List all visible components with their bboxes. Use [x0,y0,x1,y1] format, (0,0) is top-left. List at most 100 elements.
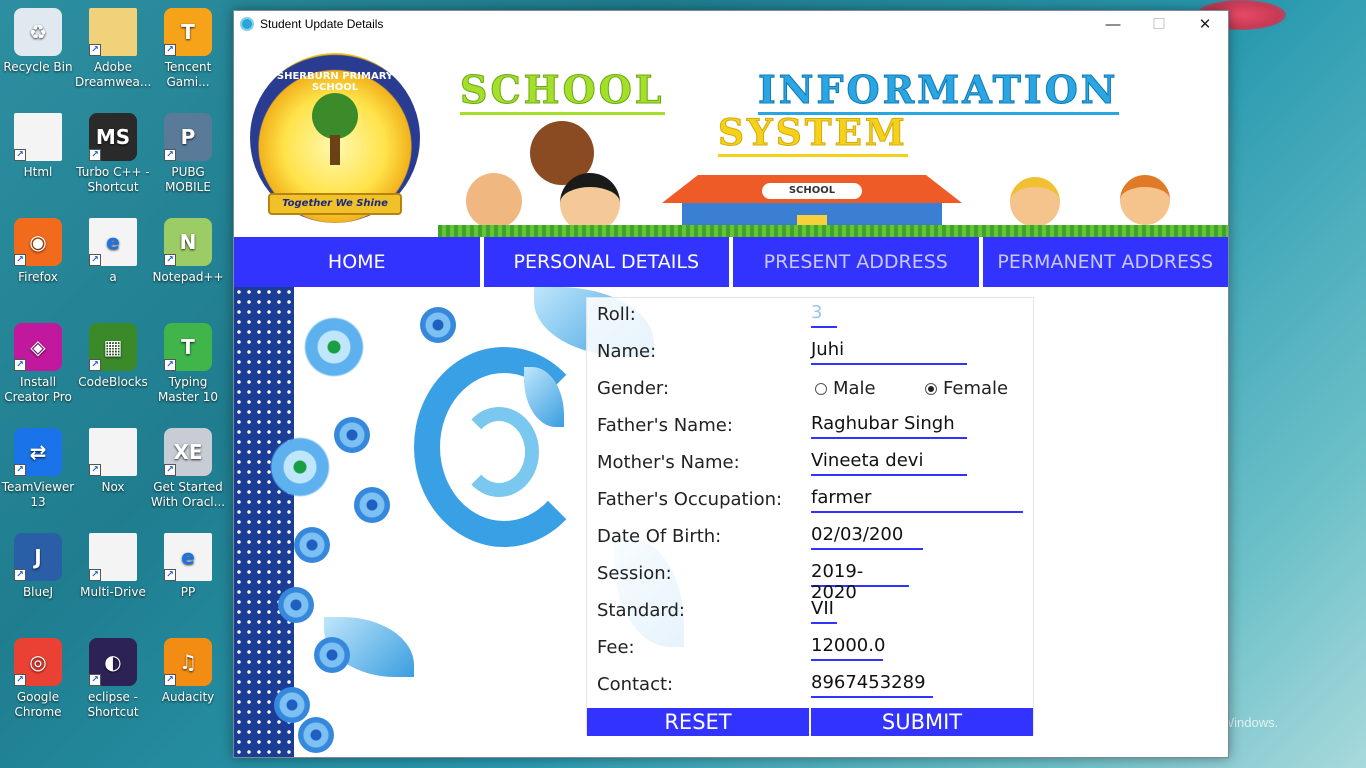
logo-tree-icon [312,93,358,139]
father-name-field[interactable]: Raghubar Singh [811,413,967,439]
shortcut-arrow-icon: ↗ [164,359,176,371]
gender-row: Gender: Male Female [587,372,1035,409]
desktop-shortcut[interactable]: ♻ Recycle Bin [0,8,76,75]
shortcut-arrow-icon: ↗ [164,149,176,161]
desktop-shortcut-label: CodeBlocks [78,375,148,389]
file-icon: ↗ [89,533,137,581]
desktop-shortcut-label: eclipse - Shortcut [87,690,139,719]
fee-field[interactable]: 12000.0 [811,635,885,661]
shortcut-arrow-icon: ↗ [164,44,176,56]
recycle-bin-icon: ♻ [14,8,62,56]
roll-field[interactable]: 3 [811,302,837,328]
desktop-shortcut[interactable]: ↗ Adobe Dreamwea... [75,8,151,90]
desktop-shortcut[interactable]: ◎ ↗ Google Chrome [0,638,76,720]
desktop-shortcut[interactable]: XE ↗ Get Started With Oracl... [150,428,226,510]
tab-present-address[interactable]: PRESENT ADDRESS [733,237,979,287]
flower-art [354,487,390,523]
desktop-shortcut[interactable]: ⇄ ↗ TeamViewer 13 [0,428,76,510]
father-occupation-field[interactable]: farmer [811,487,1023,513]
file-icon: ↗ [89,428,137,476]
desktop-shortcut[interactable]: T ↗ Tencent Gami... [150,8,226,90]
kid-illustration [1120,175,1170,225]
fee-label: Fee: [597,637,635,658]
standard-field[interactable]: VII [811,598,837,624]
desktop-shortcut[interactable]: J ↗ BlueJ [0,533,76,600]
desktop-shortcut[interactable]: T ↗ Typing Master 10 [150,323,226,405]
desktop-shortcut-label: a [109,270,117,284]
house-sign: SCHOOL [762,183,862,199]
session-field[interactable]: 2019-2020 [811,561,909,603]
student-details-form: Roll: 3 Name: Juhi Gender: Male Female F [586,297,1035,736]
desktop-shortcut[interactable]: ↗ Nox [75,428,151,495]
tab-personal-details[interactable]: PERSONAL DETAILS [483,237,729,287]
desktop-shortcut-label: Turbo C++ - Shortcut [76,165,150,194]
desktop-shortcut[interactable]: MS ↗ Turbo C++ - Shortcut [75,113,151,195]
banner-title-information: INFORMATION [758,67,1119,115]
desktop-shortcut-label: Google Chrome [14,690,62,719]
banner-title-system: SYSTEM [718,112,908,157]
desktop-shortcut[interactable]: ▦ ↗ CodeBlocks [75,323,151,390]
shortcut-arrow-icon: ↗ [14,149,26,161]
desktop-shortcut-label: Tencent Gami... [164,60,212,89]
father-occupation-row: Father's Occupation: farmer [587,483,1035,520]
submit-button[interactable]: SUBMIT [811,708,1033,736]
desktop-shortcut-label: Recycle Bin [3,60,73,74]
shortcut-arrow-icon: ↗ [89,149,101,161]
shortcut-arrow-icon: ↗ [164,254,176,266]
flower-art [274,687,310,723]
edge-document-icon: e ↗ [89,218,137,266]
title-bar[interactable]: Student Update Details — ☐ ✕ [234,11,1228,37]
fee-row: Fee: 12000.0 [587,631,1035,668]
desktop-shortcut-label: PUBG MOBILE [165,165,211,194]
flower-art [278,587,314,623]
name-field[interactable]: Juhi [811,339,967,365]
window-title: Student Update Details [260,17,384,31]
standard-row: Standard: VII [587,594,1035,631]
father-occupation-label: Father's Occupation: [597,489,783,510]
header-banner: SHERBURN PRIMARY SCHOOL Together We Shin… [234,37,1228,237]
desktop-shortcut[interactable]: ◐ ↗ eclipse - Shortcut [75,638,151,720]
file-icon: ↗ [14,113,62,161]
kid-illustration [560,173,620,233]
main-nav: HOME PERSONAL DETAILS PRESENT ADDRESS PE… [234,237,1228,287]
desktop-shortcut[interactable]: ↗ Html [0,113,76,180]
roll-row: Roll: 3 [587,298,1035,335]
desktop-shortcut-label: Audacity [161,690,215,704]
minimize-button[interactable]: — [1090,11,1136,37]
reset-button[interactable]: RESET [587,708,809,736]
dob-field[interactable]: 02/03/200 [811,524,923,550]
desktop-shortcut[interactable]: ◉ ↗ Firefox [0,218,76,285]
shortcut-arrow-icon: ↗ [164,464,176,476]
desktop-shortcut[interactable]: e ↗ a [75,218,151,285]
flower-art [270,437,330,497]
father-name-row: Father's Name: Raghubar Singh [587,409,1035,446]
maximize-button: ☐ [1152,16,1166,33]
desktop-shortcut[interactable]: ♫ ↗ Audacity [150,638,226,705]
close-button[interactable]: ✕ [1182,11,1228,37]
school-logo: SHERBURN PRIMARY SCHOOL Together We Shin… [250,53,420,223]
mother-name-field[interactable]: Vineeta devi [811,450,967,476]
desktop-shortcut[interactable]: P ↗ PUBG MOBILE [150,113,226,195]
desktop-shortcut[interactable]: ◈ ↗ Install Creator Pro [0,323,76,405]
desktop-shortcut[interactable]: N ↗ Notepad++ [150,218,226,285]
edge-document-icon: e ↗ [164,533,212,581]
gender-female-radio[interactable]: Female [925,378,1008,399]
desktop-shortcut-label: Adobe Dreamwea... [75,60,152,89]
shortcut-arrow-icon: ↗ [89,44,101,56]
desktop-shortcut[interactable]: ↗ Multi-Drive [75,533,151,600]
kid-illustration [1010,177,1060,227]
swirl-art [459,407,539,497]
desktop-shortcut-label: Html [23,165,53,179]
tab-home[interactable]: HOME [234,237,480,287]
gender-male-radio[interactable]: Male [815,378,876,399]
radio-checked-icon [925,382,937,395]
standard-label: Standard: [597,600,685,621]
dob-row: Date Of Birth: 02/03/200 [587,520,1035,557]
desktop-shortcut[interactable]: e ↗ PP [150,533,226,600]
student-update-window: Student Update Details — ☐ ✕ SHERBURN PR… [233,10,1229,758]
shortcut-arrow-icon: ↗ [89,359,101,371]
session-label: Session: [597,563,672,584]
contact-field[interactable]: 8967453289 [811,672,933,698]
tab-permanent-address[interactable]: PERMANENT ADDRESS [982,237,1228,287]
radio-unchecked-icon [815,382,827,395]
